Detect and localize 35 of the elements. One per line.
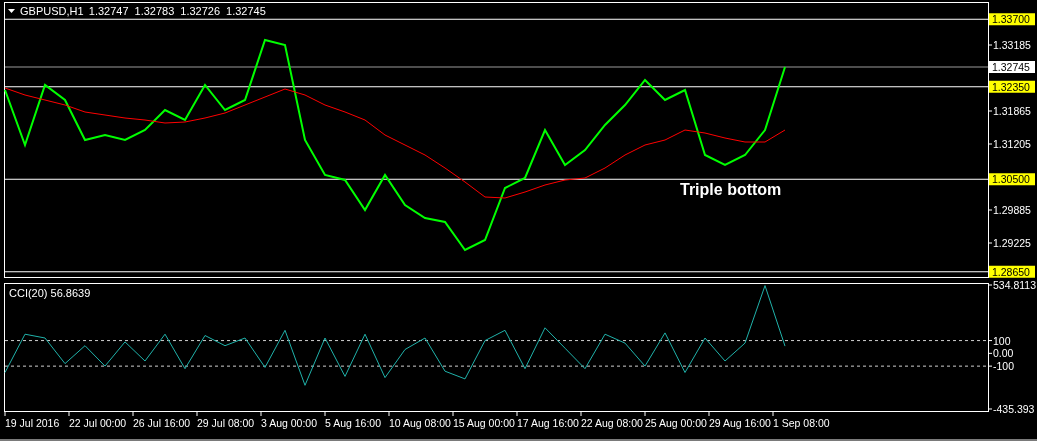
ref-line-label: 1.32745: [992, 61, 1031, 73]
axis-tick-label: 1.33185: [993, 39, 1031, 51]
price-level-label: 1.30500: [989, 173, 1035, 186]
indicator-title: CCI(20) 56.8639: [9, 287, 91, 299]
chart-title: GBPUSD,H1 1.32747 1.32783 1.32726 1.32745: [20, 5, 266, 17]
ref-line-label: 1.30500: [992, 173, 1031, 186]
time-axis-label: 29 Jul 08:00: [197, 417, 255, 429]
axis-tick-label: 1.29225: [993, 237, 1031, 249]
time-axis-label: 1 Sep 08:00: [773, 417, 830, 429]
time-axis-label: 17 Aug 16:00: [517, 417, 579, 429]
price-level-label: 1.32745: [989, 61, 1035, 73]
ref-line-label: 1.28650: [992, 265, 1031, 278]
time-axis-label: 26 Jul 16:00: [133, 417, 191, 429]
axis-tick-label: 1.31865: [993, 105, 1031, 117]
time-axis-label: 3 Aug 00:00: [261, 417, 318, 429]
dropdown-triangle-icon[interactable]: [8, 9, 15, 13]
time-axis-label: 10 Aug 08:00: [389, 417, 451, 429]
time-axis-label: 5 Aug 16:00: [325, 417, 382, 429]
ref-line-label: 1.32350: [992, 80, 1031, 93]
time-axis-label: 22 Jul 00:00: [69, 417, 127, 429]
axis-tick-label: 0.00: [993, 347, 1014, 360]
ref-line-label: 1.33700: [992, 13, 1031, 26]
price-level-label: 1.33700: [989, 13, 1035, 26]
annotation-text: Triple bottom: [680, 181, 782, 198]
axis-tick-label: 1.29885: [993, 204, 1031, 216]
time-axis-label: 15 Aug 00:00: [453, 417, 515, 429]
axis-tick-label: 534.8113: [993, 280, 1036, 291]
time-axis-label: 25 Aug 00:00: [645, 417, 707, 429]
axis-tick-label: 1.31205: [993, 138, 1031, 150]
time-axis-label: 29 Aug 16:00: [709, 417, 771, 429]
time-axis-label: 19 Jul 2016: [5, 417, 60, 429]
time-axis-label: 22 Aug 08:00: [581, 417, 643, 429]
axis-tick-label: 100: [993, 334, 1011, 347]
axis-tick-label: -435.393: [993, 403, 1035, 415]
axis-tick-label: -100: [993, 360, 1014, 373]
